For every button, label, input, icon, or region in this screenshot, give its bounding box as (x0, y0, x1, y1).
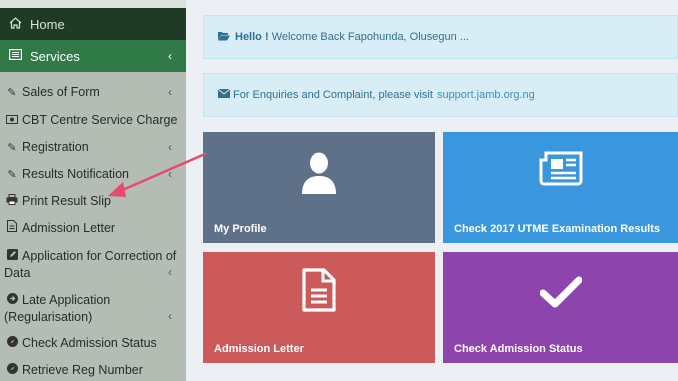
welcome-message: Welcome Back Fapohunda, Olusegun ... (271, 31, 469, 43)
money-icon (6, 113, 18, 129)
sidebar-item-label: Print Result Slip (22, 194, 111, 208)
edit-icon: ✎ (7, 142, 17, 154)
sidebar-item-label: CBT Centre Service Charge (22, 113, 178, 127)
welcome-alert: Hello ! Welcome Back Fapohunda, Olusegun… (203, 15, 678, 59)
sidebar-item-late-application[interactable]: Late Application (Regularisation) ‹ (0, 292, 186, 325)
folder-open-icon (218, 31, 230, 44)
sidebar-item-label: Results Notification (22, 167, 129, 181)
sidebar-item-cbt-centre-service-charge[interactable]: CBT Centre Service Charge (0, 112, 186, 129)
home-icon (8, 16, 22, 32)
sidebar-item-admission-letter[interactable]: Admission Letter (0, 220, 186, 237)
sidebar-item-application-for-correction[interactable]: Application for Correction of Data ‹ (0, 248, 186, 281)
tile-admission-letter[interactable]: Admission Letter (203, 252, 435, 363)
sidebar-item-label: Retrieve Reg Number (22, 363, 143, 377)
envelope-icon (217, 88, 231, 101)
sidebar-home-label: Home (30, 16, 65, 32)
list-alt-icon (8, 49, 22, 63)
sidebar-item-label-line2: (Regularisation) (4, 310, 93, 324)
edit-square-icon (6, 249, 18, 265)
sidebar: Home Services ‹ ✎ Sales of Form ‹ CBT Cen… (0, 0, 186, 381)
sidebar-item-sales-of-form[interactable]: ✎ Sales of Form ‹ (0, 84, 186, 101)
sidebar-item-label: Admission Letter (22, 221, 116, 235)
chevron-left-icon: ‹ (168, 85, 172, 99)
enquiry-alert: For Enquiries and Complaint, please visi… (203, 73, 678, 117)
check-icon (539, 276, 582, 311)
sidebar-item-services[interactable]: Services ‹ (0, 40, 186, 72)
welcome-greeting: Hello ! (235, 31, 269, 43)
sidebar-item-registration[interactable]: ✎ Registration ‹ (0, 139, 186, 156)
sidebar-item-results-notification[interactable]: ✎ Results Notification ‹ (0, 166, 186, 183)
sidebar-item-print-result-slip[interactable]: Print Result Slip (0, 193, 186, 210)
edit-icon: ✎ (7, 87, 17, 99)
sidebar-item-label-line2: Data (4, 266, 31, 280)
tile-check-utme-results[interactable]: Check 2017 UTME Examination Results (443, 132, 678, 243)
edit-icon: ✎ (7, 169, 17, 181)
sidebar-item-retrieve-reg-number[interactable]: Retrieve Reg Number (0, 362, 186, 379)
sidebar-item-label-line1: Late Application (22, 293, 111, 307)
file-text-icon (6, 220, 18, 237)
print-icon (6, 194, 18, 210)
tile-my-profile[interactable]: My Profile (203, 132, 435, 243)
sidebar-top-strip (0, 0, 186, 8)
tile-label: My Profile (214, 223, 267, 235)
chevron-left-icon: ‹ (168, 140, 172, 154)
sidebar-item-label-line1: Application for Correction of (22, 249, 177, 263)
arrow-circle-icon (6, 293, 18, 309)
compass-icon (6, 336, 18, 352)
chevron-left-icon: ‹ (168, 265, 172, 279)
newspaper-icon (539, 150, 583, 189)
sidebar-item-label: Sales of Form (22, 85, 100, 99)
tile-label: Check Admission Status (454, 343, 583, 355)
tile-label: Check 2017 UTME Examination Results (454, 223, 661, 235)
support-link[interactable]: support.jamb.org.ng (437, 89, 535, 101)
file-text-icon (302, 268, 336, 315)
enquiry-message: For Enquiries and Complaint, please visi… (233, 89, 433, 101)
user-icon (300, 152, 338, 197)
tile-label: Admission Letter (214, 343, 304, 355)
tile-check-admission-status[interactable]: Check Admission Status (443, 252, 678, 363)
compass-icon (6, 363, 18, 379)
chevron-left-icon: ‹ (168, 49, 172, 63)
sidebar-item-label: Check Admission Status (22, 336, 157, 350)
sidebar-item-label: Registration (22, 140, 89, 154)
chevron-left-icon: ‹ (168, 167, 172, 181)
sidebar-item-check-admission-status[interactable]: Check Admission Status (0, 335, 186, 352)
sidebar-item-home[interactable]: Home (0, 8, 186, 40)
sidebar-services-label: Services (30, 48, 80, 64)
chevron-left-icon: ‹ (168, 309, 172, 323)
